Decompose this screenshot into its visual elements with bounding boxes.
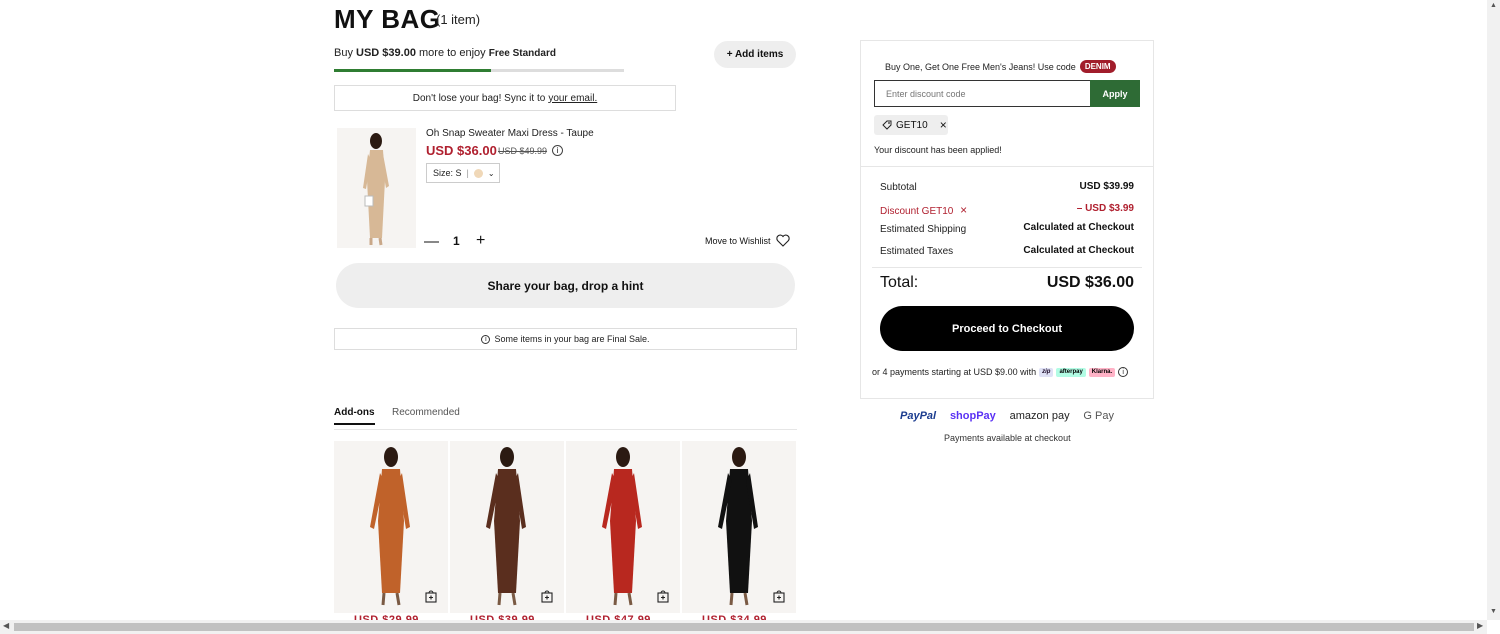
installments-message: or 4 payments starting at USD $9.00 with… xyxy=(872,367,1129,377)
quantity-value: 1 xyxy=(453,234,460,248)
promo-code-badge: DENIM xyxy=(1079,60,1116,73)
remove-discount-icon[interactable]: × xyxy=(960,203,967,217)
add-to-bag-icon[interactable] xyxy=(540,589,554,603)
addon-product-image xyxy=(682,441,796,613)
add-to-bag-icon[interactable] xyxy=(424,589,438,603)
divider xyxy=(861,166,1153,167)
product-tabs: Add-ons Recommended xyxy=(334,405,797,430)
product-name[interactable]: Oh Snap Sweater Maxi Dress - Taupe xyxy=(426,128,594,139)
discount-label: Discount GET10 × xyxy=(880,203,968,217)
divider xyxy=(872,267,1142,268)
move-to-wishlist-button[interactable]: Move to Wishlist xyxy=(705,234,790,247)
final-sale-notice: i Some items in your bag are Final Sale. xyxy=(334,328,797,350)
scroll-up-icon[interactable]: ▲ xyxy=(1490,2,1497,9)
shipping-label: Estimated Shipping xyxy=(880,224,967,235)
paypal-logo: PayPal xyxy=(900,410,937,422)
vertical-scrollbar[interactable]: ▲ ▼ xyxy=(1487,0,1500,620)
add-to-bag-icon[interactable] xyxy=(656,589,670,603)
discount-value: – USD $3.99 xyxy=(1076,203,1134,214)
heart-icon xyxy=(775,234,790,247)
addon-product-card[interactable] xyxy=(566,441,680,613)
subtotal-label: Subtotal xyxy=(880,182,917,193)
addon-product-image xyxy=(566,441,680,613)
add-to-bag-icon[interactable] xyxy=(772,589,786,603)
amazon-pay-logo: amazon pay xyxy=(1009,410,1070,422)
total-value: USD $36.00 xyxy=(1046,274,1134,291)
subtotal-value: USD $39.99 xyxy=(1079,181,1134,192)
remove-discount-icon[interactable]: × xyxy=(940,118,947,132)
info-icon[interactable]: i xyxy=(1118,367,1129,377)
product-original-price: USD $49.99 xyxy=(498,146,548,156)
info-icon: i xyxy=(481,334,491,344)
taxes-value: Calculated at Checkout xyxy=(1023,245,1134,256)
decrease-quantity-button[interactable]: — xyxy=(424,233,439,250)
add-items-button[interactable]: + Add items xyxy=(714,41,796,68)
shipping-value: Calculated at Checkout xyxy=(1023,222,1134,233)
progress-fill xyxy=(334,69,491,72)
proceed-to-checkout-button[interactable]: Proceed to Checkout xyxy=(880,306,1134,351)
tab-add-ons[interactable]: Add-ons xyxy=(334,407,375,425)
shop-pay-logo: shopPay xyxy=(949,410,996,422)
tag-icon xyxy=(882,120,892,130)
horizontal-scroll-thumb[interactable] xyxy=(14,623,1474,631)
color-swatch xyxy=(473,168,483,178)
total-label: Total: xyxy=(880,274,919,291)
sync-bag-banner: Don't lose your bag! Sync it to your ema… xyxy=(334,85,676,111)
page-title: MY BAG xyxy=(334,4,441,34)
discount-code-input[interactable] xyxy=(874,80,1092,107)
promo-banner: Buy One, Get One Free Men's Jeans! Use c… xyxy=(885,60,1116,73)
email-link[interactable]: your email. xyxy=(548,93,597,104)
addon-product-card[interactable] xyxy=(450,441,564,613)
increase-quantity-button[interactable]: + xyxy=(476,232,485,250)
apply-discount-button[interactable]: Apply xyxy=(1090,80,1140,107)
addon-product-image xyxy=(334,441,448,613)
klarna-logo[interactable]: Klarna. xyxy=(1088,367,1116,377)
google-pay-logo: G Pay xyxy=(1083,410,1114,422)
free-shipping-progress xyxy=(334,69,624,72)
addon-product-card[interactable] xyxy=(682,441,796,613)
share-bag-button[interactable]: Share your bag, drop a hint xyxy=(336,263,795,308)
addon-product-image xyxy=(450,441,564,613)
item-count: (1 item) xyxy=(436,12,481,27)
applied-discount-chip: GET10 × xyxy=(874,115,948,135)
payments-note: Payments available at checkout xyxy=(944,433,1071,443)
tab-recommended[interactable]: Recommended xyxy=(392,407,460,418)
size-selector[interactable]: Size: S | ⌄ xyxy=(426,163,500,183)
product-image[interactable] xyxy=(337,128,416,248)
info-icon[interactable]: i xyxy=(552,145,563,156)
taxes-label: Estimated Taxes xyxy=(880,246,954,257)
discount-applied-message: Your discount has been applied! xyxy=(874,145,1002,155)
scroll-left-icon[interactable]: ◀ xyxy=(3,621,9,630)
afterpay-logo[interactable]: afterpay xyxy=(1056,367,1086,377)
addon-product-card[interactable] xyxy=(334,441,448,613)
payment-methods: PayPal shopPay amazon pay G Pay xyxy=(900,410,1114,422)
chevron-down-icon: ⌄ xyxy=(487,168,495,178)
product-price: USD $36.00 xyxy=(426,143,497,158)
free-shipping-message: Buy USD $39.00 more to enjoy Free Standa… xyxy=(334,47,556,59)
scroll-right-icon[interactable]: ▶ xyxy=(1477,621,1483,630)
scroll-down-icon[interactable]: ▼ xyxy=(1490,608,1497,615)
zip-logo[interactable]: zip xyxy=(1039,367,1054,377)
